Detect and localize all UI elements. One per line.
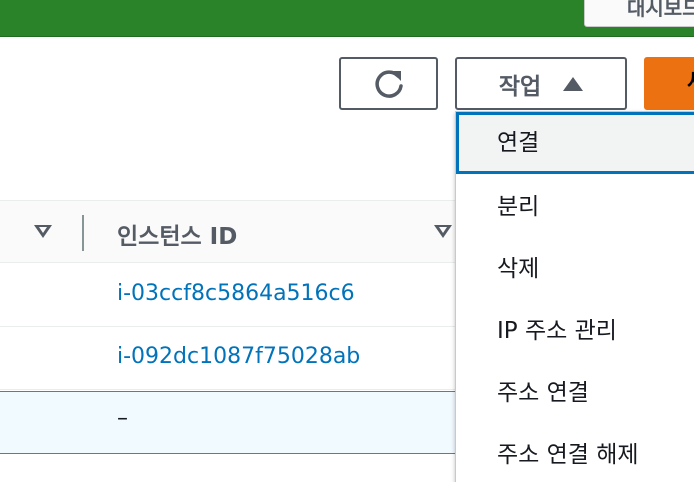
menu-item-connect[interactable]: 연결 xyxy=(456,112,694,174)
menu-item-detach[interactable]: 분리 xyxy=(456,176,694,238)
instance-id-value: – xyxy=(117,406,128,431)
top-bar: 대시보드 xyxy=(0,0,694,37)
menu-item-delete[interactable]: 삭제 xyxy=(456,238,694,300)
menu-item-disassociate-address[interactable]: 주소 연결 해제 xyxy=(456,424,694,482)
primary-action-button[interactable]: 새로 xyxy=(644,57,694,110)
instance-id-link[interactable]: i-03ccf8c5864a516c6 xyxy=(117,281,355,306)
sort-icon[interactable] xyxy=(34,225,52,238)
refresh-button[interactable] xyxy=(339,57,438,110)
actions-button[interactable]: 작업 xyxy=(455,57,627,110)
actions-dropdown-menu: 연결 분리 삭제 IP 주소 관리 주소 연결 주소 연결 해제 xyxy=(455,111,694,482)
menu-item-manage-ip[interactable]: IP 주소 관리 xyxy=(456,300,694,362)
instance-id-link[interactable]: i-092dc1087f75028ab xyxy=(117,344,360,369)
top-bar-button[interactable]: 대시보드 xyxy=(584,0,694,27)
menu-item-associate-address[interactable]: 주소 연결 xyxy=(456,362,694,424)
actions-label: 작업 xyxy=(498,73,542,100)
column-header-instance-id[interactable]: 인스턴스 ID xyxy=(117,217,237,251)
sort-icon[interactable] xyxy=(434,225,452,238)
refresh-icon xyxy=(374,69,403,98)
caret-up-icon xyxy=(563,76,584,91)
column-divider[interactable] xyxy=(82,215,84,251)
